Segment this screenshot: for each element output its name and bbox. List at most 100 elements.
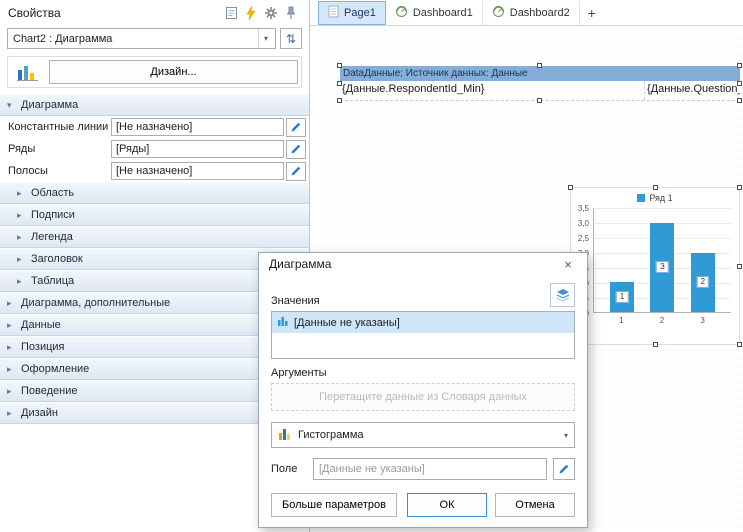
section-label: Позиция [21,341,65,353]
resize-handle[interactable] [737,98,742,103]
chart-legend: Ряд 1 [571,193,739,203]
chart-x-axis: 1 2 3 [593,316,731,325]
band-cell-respondent[interactable]: {Данные.RespondentId_Min} [340,81,645,100]
bar-chart-icon [277,315,289,330]
tab-label: Dashboard2 [510,7,570,19]
close-icon[interactable]: × [559,255,577,273]
prop-value-strips[interactable]: [Не назначено] [111,162,284,180]
section-area[interactable]: ▸ Область [0,182,309,204]
section-chart[interactable]: ▾ Диаграмма [0,94,309,116]
section-label: Оформление [21,363,89,375]
chevron-right-icon: ▸ [7,342,16,353]
pin-icon[interactable] [281,3,301,23]
properties-panel-title: Свойства [8,6,221,20]
chart-bar: 1 [610,282,634,312]
chevron-down-icon: ▾ [258,29,273,48]
section-chart-label: Диаграмма [21,99,78,111]
data-band[interactable]: DataДанные; Источник данных: Данные {Дан… [340,66,740,101]
resize-handle[interactable] [737,185,742,190]
edit-pencil-button[interactable] [553,458,575,480]
chevron-right-icon: ▸ [7,386,16,397]
prop-value-constant-lines[interactable]: [Не назначено] [111,118,284,136]
tab-dashboard2[interactable]: Dashboard2 [483,1,580,25]
resize-handle[interactable] [737,63,742,68]
section-label: Дизайн [21,407,58,419]
ok-button[interactable]: ОК [407,493,487,517]
data-band-header[interactable]: DataДанные; Источник данных: Данные [340,66,740,81]
tab-dashboard1[interactable]: Dashboard1 [386,1,483,25]
section-legend[interactable]: ▸ Легенда [0,226,309,248]
prop-value-series[interactable]: [Ряды] [111,140,284,158]
band-cell-question[interactable]: {Данные.Question_5_S [645,81,740,100]
resize-handle[interactable] [337,63,342,68]
section-label: Диаграмма, дополнительные [21,297,170,309]
design-row: Дизайн... [7,56,302,88]
chart-plot-area: 1 3 2 [593,208,731,313]
edit-pencil-button[interactable] [286,118,306,137]
chevron-right-icon: ▸ [17,254,26,265]
chevron-right-icon: ▸ [17,232,26,243]
section-label: Область [31,187,74,199]
sort-properties-button[interactable]: ⇅ [280,28,302,49]
layers-button[interactable] [550,283,575,307]
prop-label: Полосы [8,165,111,177]
resize-handle[interactable] [568,185,573,190]
legend-swatch [637,194,645,202]
tab-page1[interactable]: Page1 [318,1,386,25]
bar-value-label: 3 [656,261,668,273]
chevron-right-icon: ▸ [7,320,16,331]
gear-icon[interactable] [261,3,281,23]
dashboard-icon [492,5,505,21]
resize-handle[interactable] [537,98,542,103]
resize-handle[interactable] [737,342,742,347]
resize-handle[interactable] [337,81,342,86]
chevron-right-icon: ▸ [7,408,16,419]
values-list[interactable]: [Данные не указаны] [271,311,575,359]
bar-value-label: 1 [616,291,628,303]
dialog-title: Диаграмма [269,257,559,271]
resize-handle[interactable] [737,264,742,269]
events-lightning-icon[interactable] [241,3,261,23]
section-label: Легенда [31,231,73,243]
resize-handle[interactable] [737,81,742,86]
prop-label: Константные линии [8,121,111,133]
field-input[interactable]: [Данные не указаны] [313,458,547,480]
field-label: Поле [271,463,307,475]
values-list-item[interactable]: [Данные не указаны] [272,312,574,333]
y-tick: 3,5 [578,204,589,213]
localize-property-icon[interactable] [221,3,241,23]
chevron-down-icon: ▾ [564,431,568,440]
section-label: Заголовок [31,253,83,265]
dialog-titlebar: Диаграмма × [259,253,587,275]
cancel-button[interactable]: Отмена [495,493,575,517]
chevron-right-icon: ▸ [7,364,16,375]
resize-handle[interactable] [537,63,542,68]
field-row: Поле [Данные не указаны] [271,458,575,480]
resize-handle[interactable] [653,185,658,190]
edit-pencil-button[interactable] [286,162,306,181]
resize-handle[interactable] [337,98,342,103]
edit-pencil-button[interactable] [286,140,306,159]
object-selector-value: Chart2 : Диаграмма [13,33,258,45]
y-tick: 2,5 [578,234,589,243]
tab-label: Page1 [344,7,376,19]
prop-row-series: Ряды [Ряды] [0,138,309,160]
arguments-drop-zone[interactable]: Перетащите данные из Словаря данных [271,383,575,411]
object-selector-combo[interactable]: Chart2 : Диаграмма ▾ [7,28,276,49]
resize-handle[interactable] [653,342,658,347]
section-labels[interactable]: ▸ Подписи [0,204,309,226]
design-button[interactable]: Дизайн... [49,60,298,84]
more-parameters-button[interactable]: Больше параметров [271,493,397,517]
dashboard-icon [395,5,408,21]
values-label: Значения [271,295,320,307]
dialog-footer: Больше параметров ОК Отмена [271,493,575,517]
x-tick: 2 [650,316,674,325]
dialog-body: Значения [Данные не указаны] Аргументы П… [259,275,587,527]
sort-icon: ⇅ [286,32,296,46]
bar-value-label: 2 [697,276,709,288]
chevron-right-icon: ▸ [7,298,16,309]
add-page-button[interactable]: + [580,1,604,25]
chart-object[interactable]: Ряд 1 3,5 3,0 2,5 2,0 1,5 1,0 0,5 0,0 1 [570,187,740,345]
chevron-right-icon: ▸ [17,188,26,199]
chart-type-combo[interactable]: Гистограмма ▾ [271,422,575,448]
